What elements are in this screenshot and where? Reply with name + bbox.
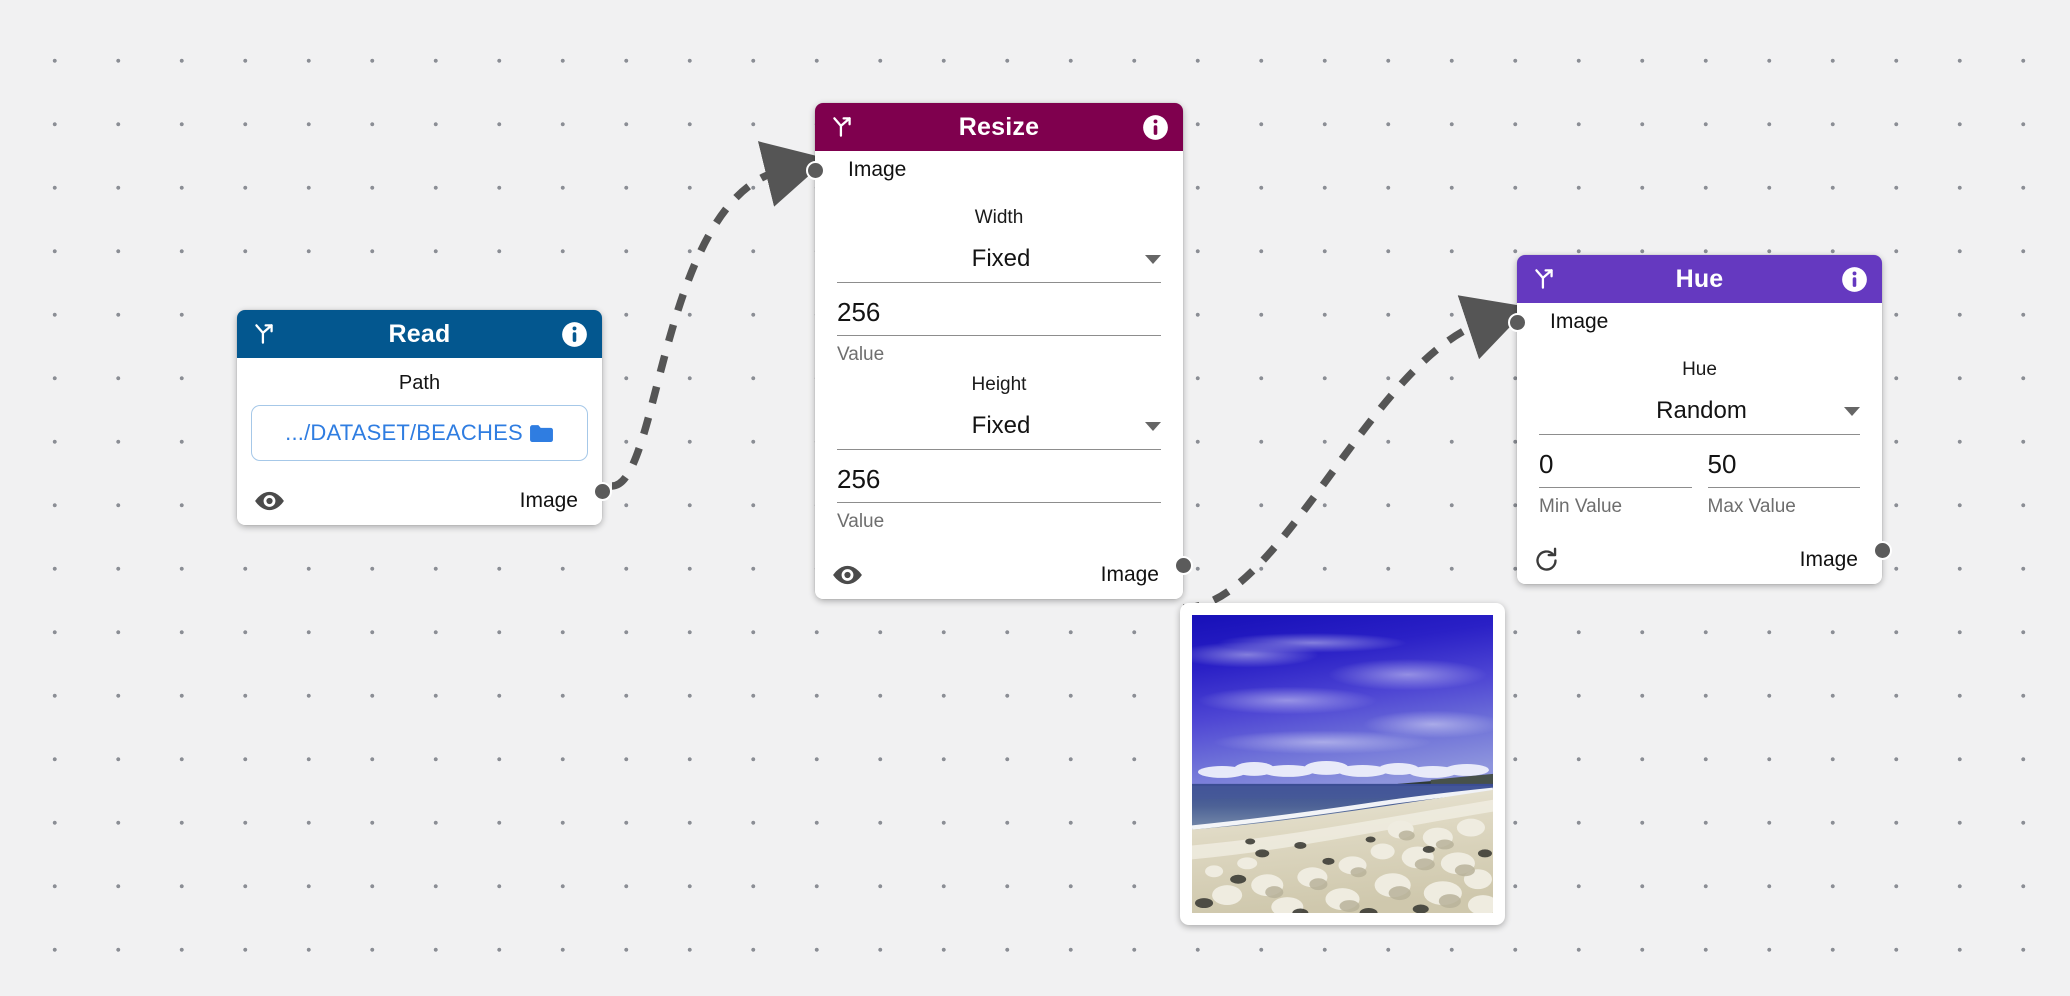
path-label: Path (398, 372, 441, 394)
node-hue[interactable]: Hue Image Hue Random 0 Min Value 50 Max … (1507, 255, 1892, 584)
chevron-down-icon (1145, 254, 1161, 264)
node-hue-input-row: Image (1517, 303, 1882, 341)
path-value: .../DATASET/BEACHES (285, 420, 523, 445)
node-graph-canvas[interactable]: Read Path .../DATASET/BEACHES Image Resi… (0, 0, 2070, 996)
node-read-header[interactable]: Read (237, 310, 602, 358)
node-read-output-label: Image (519, 489, 578, 512)
node-read-output-port[interactable] (592, 482, 612, 501)
node-resize-footer: Image (815, 551, 1183, 599)
branch-icon (251, 321, 277, 347)
node-read-footer: Image (237, 477, 602, 525)
eye-icon[interactable] (831, 564, 864, 586)
hue-mode-select[interactable]: Random (1539, 397, 1860, 435)
node-hue-output-port[interactable] (1872, 541, 1892, 560)
width-value-cell: 256 Value (837, 295, 1161, 366)
width-mode-select[interactable]: Fixed (837, 245, 1161, 283)
width-value-row: 256 Value (837, 295, 1161, 366)
height-value-help: Value (837, 511, 885, 532)
node-hue-title: Hue (1675, 264, 1724, 293)
branch-icon (1531, 266, 1557, 292)
height-value-row: 256 Value (837, 462, 1161, 533)
max-value-input[interactable]: 50 (1707, 447, 1860, 488)
width-label: Width (974, 207, 1024, 228)
node-resize-output-port[interactable] (1173, 556, 1193, 575)
min-value-input[interactable]: 0 (1539, 447, 1692, 488)
hue-label: Hue (1682, 359, 1717, 380)
chevron-down-icon (1145, 421, 1161, 431)
folder-icon[interactable] (529, 424, 554, 443)
chevron-down-icon (1844, 406, 1860, 416)
node-hue-header[interactable]: Hue (1517, 255, 1882, 303)
refresh-icon[interactable] (1533, 547, 1560, 574)
node-resize-input-port[interactable] (805, 161, 825, 180)
node-resize-input-label: Image (848, 158, 907, 181)
width-mode-value: Fixed (971, 245, 1031, 272)
preview-image (1192, 615, 1493, 913)
info-icon[interactable] (561, 321, 588, 348)
node-hue-body: Image Hue Random 0 Min Value 50 Max Valu… (1517, 303, 1882, 584)
node-resize-header[interactable]: Resize (815, 103, 1183, 151)
width-value-input[interactable]: 256 (837, 295, 1161, 336)
min-value-help: Min Value (1539, 496, 1623, 517)
node-hue-input-port[interactable] (1507, 313, 1527, 332)
height-mode-value: Fixed (971, 412, 1031, 439)
node-resize-title: Resize (958, 112, 1040, 141)
info-icon[interactable] (1841, 266, 1868, 293)
node-resize-body: Image Width Fixed 256 Value Height Fixed (815, 151, 1183, 599)
node-hue-footer: Image (1517, 536, 1882, 584)
width-value-help: Value (837, 344, 885, 365)
beach-preview-thumbnail[interactable] (1180, 603, 1505, 925)
eye-icon[interactable] (253, 490, 286, 512)
node-read[interactable]: Read Path .../DATASET/BEACHES Image (237, 310, 612, 525)
node-resize-input-row: Image (815, 151, 1183, 189)
edge-resize-to-hue (1182, 295, 1529, 612)
node-read-title: Read (388, 319, 451, 348)
node-resize[interactable]: Resize Image Width Fixed 256 Value Heigh… (805, 103, 1193, 599)
height-value-input[interactable]: 256 (837, 462, 1161, 503)
node-hue-output-label: Image (1799, 548, 1858, 571)
height-mode-select[interactable]: Fixed (837, 412, 1161, 450)
hue-range-row: 0 Min Value 50 Max Value (1539, 447, 1860, 518)
info-icon[interactable] (1142, 114, 1169, 141)
height-value-cell: 256 Value (837, 462, 1161, 533)
max-value-cell: 50 Max Value (1707, 447, 1860, 518)
node-read-body: Path .../DATASET/BEACHES Image (237, 358, 602, 525)
min-value-cell: 0 Min Value (1539, 447, 1692, 518)
node-hue-input-label: Image (1550, 310, 1609, 333)
height-label: Height (971, 374, 1027, 395)
max-value-help: Max Value (1707, 496, 1796, 517)
path-input[interactable]: .../DATASET/BEACHES (251, 405, 588, 461)
node-resize-output-label: Image (1100, 563, 1159, 586)
hue-mode-value: Random (1656, 397, 1747, 424)
branch-icon (829, 114, 855, 140)
edge-read-to-resize (611, 141, 828, 490)
